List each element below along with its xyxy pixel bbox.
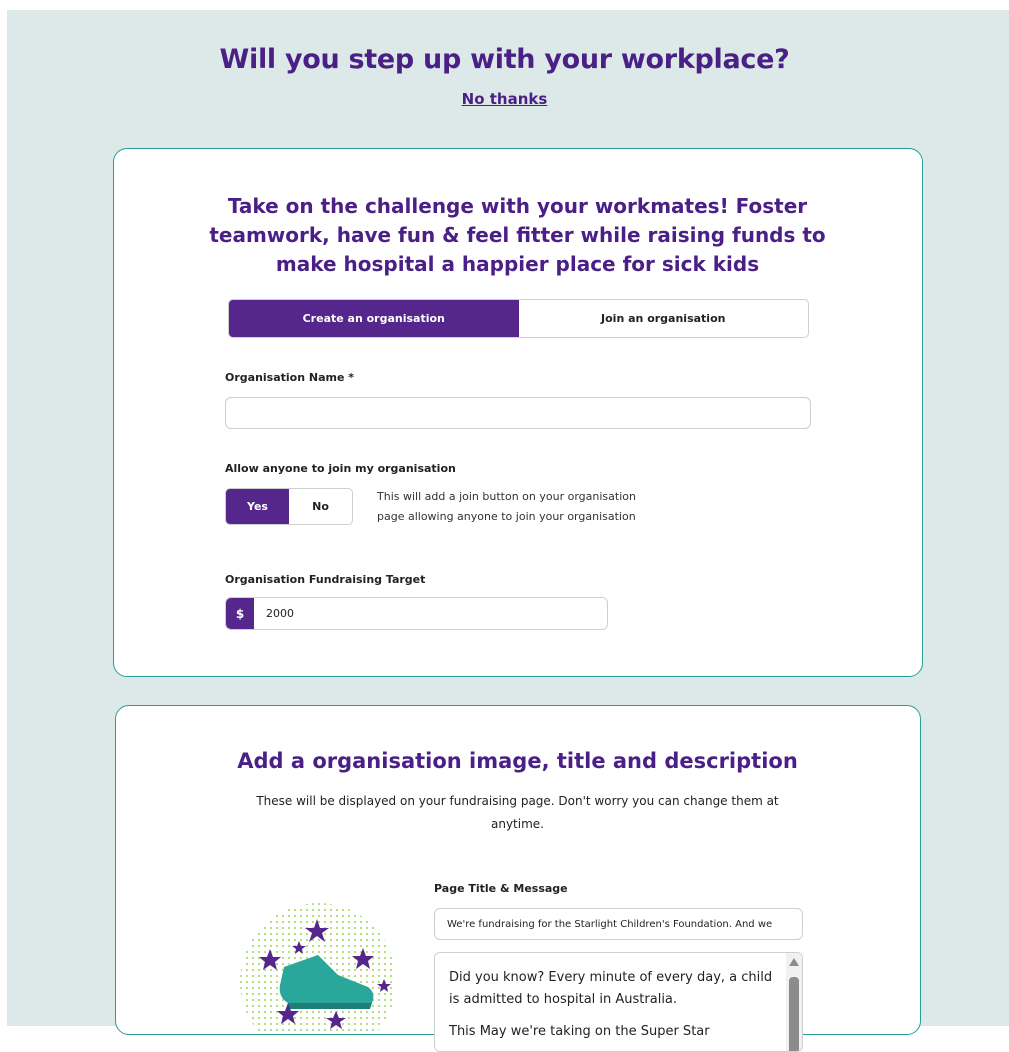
heading-line: make hospital a happier place for sick k…	[275, 252, 760, 276]
page-details-card: Add a organisation image, title and desc…	[115, 705, 921, 1052]
organisation-name-input[interactable]	[225, 397, 811, 429]
organisation-card: Take on the challenge with your workmate…	[113, 148, 923, 677]
page-title: Will you step up with your workplace?	[219, 44, 790, 75]
allow-join-yes-button[interactable]: Yes	[226, 489, 289, 524]
organisation-mode-tabs: Create an organisation Join an organisat…	[228, 299, 809, 338]
allow-join-no-button[interactable]: No	[289, 489, 352, 524]
description-line: anytime.	[491, 817, 544, 831]
fundraising-target-label: Organisation Fundraising Target	[225, 573, 426, 586]
fundraising-target-input[interactable]	[254, 598, 607, 629]
fundraising-target-field: $	[225, 597, 608, 630]
message-line: This May we're taking on the Super Star	[449, 1024, 710, 1039]
allow-join-toggle: Yes No	[225, 488, 353, 525]
allow-join-label: Allow anyone to join my organisation	[225, 462, 456, 475]
allow-join-help-text: This will add a join button on your orga…	[377, 487, 697, 527]
page-message-text: Did you know? Every minute of every day,…	[449, 967, 779, 1043]
message-scrollbar[interactable]	[786, 953, 802, 1051]
shoe-sole	[286, 1003, 372, 1009]
no-thanks-link[interactable]: No thanks	[0, 90, 1009, 108]
organisation-name-label: Organisation Name *	[225, 371, 355, 384]
message-line: is admitted to hospital in Australia.	[449, 992, 678, 1007]
page-details-description: These will be displayed on your fundrais…	[116, 790, 919, 836]
organisation-card-heading: Take on the challenge with your workmate…	[114, 192, 921, 279]
heading-line: teamwork, have fun & feel fitter while r…	[209, 223, 826, 247]
page-title-input[interactable]	[434, 908, 803, 940]
tab-join-organisation[interactable]: Join an organisation	[519, 300, 809, 337]
currency-prefix: $	[226, 598, 254, 629]
help-line: page allowing anyone to join your organi…	[377, 510, 636, 523]
scroll-thumb[interactable]	[789, 977, 799, 1051]
page-details-heading: Add a organisation image, title and desc…	[237, 749, 798, 773]
page-message-textarea[interactable]: Did you know? Every minute of every day,…	[434, 952, 803, 1052]
tab-create-organisation[interactable]: Create an organisation	[229, 300, 519, 337]
message-line: Did you know? Every minute of every day,…	[449, 970, 773, 985]
organisation-image-placeholder[interactable]	[226, 901, 406, 1031]
help-line: This will add a join button on your orga…	[377, 490, 636, 503]
heading-line: Take on the challenge with your workmate…	[227, 194, 808, 218]
page-title-message-label: Page Title & Message	[434, 882, 568, 895]
scroll-up-arrow-icon[interactable]	[789, 958, 799, 966]
description-line: These will be displayed on your fundrais…	[256, 794, 779, 808]
